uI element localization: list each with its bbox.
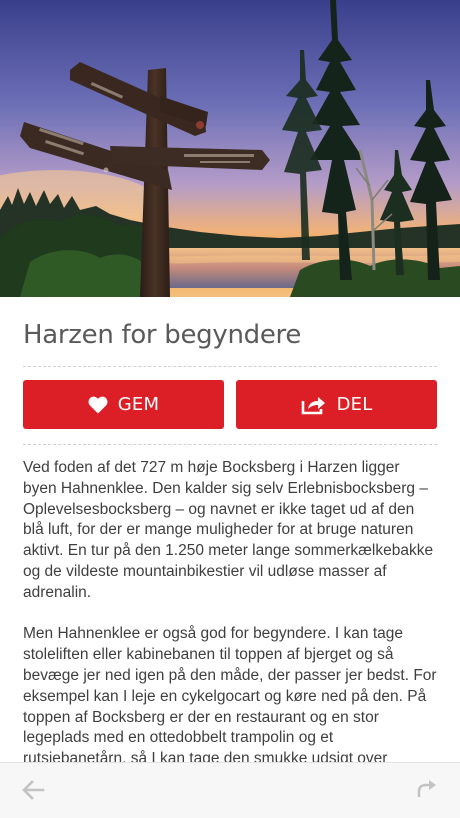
heart-icon — [88, 396, 108, 414]
article-body: Ved foden af det 727 m høje Bocksberg i … — [23, 458, 437, 762]
arrow-left-icon[interactable] — [21, 779, 45, 806]
save-button[interactable]: GEM — [23, 380, 224, 429]
hero-image — [0, 0, 460, 297]
divider — [23, 444, 437, 445]
article-title: Harzen for begyndere — [23, 320, 302, 350]
share-icon — [301, 395, 327, 415]
share-forward-icon[interactable] — [416, 779, 438, 804]
share-button[interactable]: DEL — [236, 380, 437, 429]
article-paragraph: Men Hahnenklee er også god for begyndere… — [23, 625, 437, 762]
article-content: Harzen for begyndere GEM DEL Ved foden a… — [0, 297, 460, 762]
bottom-toolbar — [0, 762, 460, 818]
article-page: Harzen for begyndere GEM DEL Ved foden a… — [0, 0, 460, 818]
article-paragraph: Ved foden af det 727 m høje Bocksberg i … — [23, 459, 434, 601]
share-label: DEL — [336, 394, 373, 415]
save-label: GEM — [117, 394, 160, 415]
divider — [23, 366, 437, 367]
